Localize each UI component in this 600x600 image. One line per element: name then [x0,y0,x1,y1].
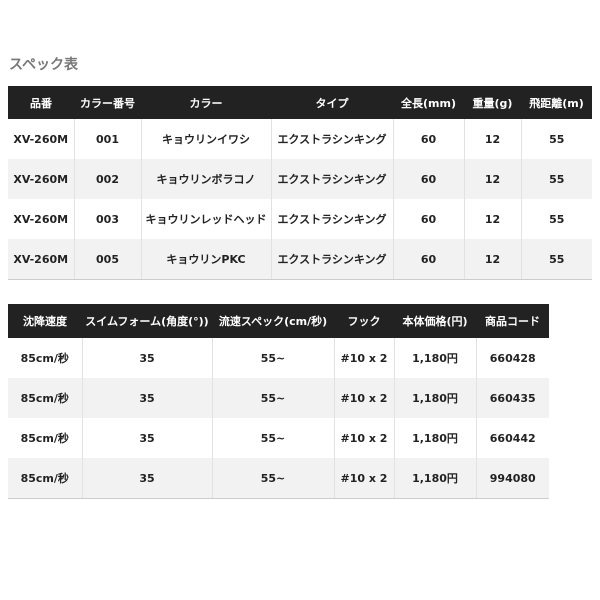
cell-hook: #10 x 2 [333,378,394,418]
cell-color: キョウリンイワシ [140,119,271,159]
header-price: 本体価格(円) [394,304,476,338]
cell-product-number: XV-260M [8,239,74,280]
cell-weight: 12 [463,159,521,199]
cell-current-spec: 55~ [211,458,334,499]
header-weight: 重量(g) [464,86,521,119]
cell-price: 1,180円 [393,338,476,378]
header-type: タイプ [271,86,393,119]
cell-distance: 55 [520,159,592,199]
cell-price: 1,180円 [393,458,476,499]
table-row: 85cm/秒 35 55~ #10 x 2 1,180円 994080 [8,458,549,499]
cell-sink-rate: 85cm/秒 [20,432,69,445]
table-header-row: 沈降速度 スイムフォーム(角度(°)) 流速スペック(cm/秒) フック 本体価… [8,304,549,338]
cell-product-number: XV-260M [13,212,69,226]
cell-type: エクストラシンキング [270,159,393,199]
cell-sink-rate: 85cm/秒 [8,378,82,418]
cell-product-code: 660442 [475,418,549,458]
cell-length: 60 [392,159,464,199]
cell-product-number: XV-260M [8,159,74,199]
header-current-spec: 流速スペック(cm/秒) [212,304,334,338]
cell-price: 1,180円 [393,418,476,458]
cell-current-spec: 55~ [211,418,334,458]
cell-length: 60 [392,199,464,239]
header-swim-angle: スイムフォーム(角度(°)) [82,304,212,338]
cell-sink-rate: 85cm/秒 [20,352,69,365]
cell-swim-angle: 35 [81,458,212,499]
cell-product-code: 660435 [475,378,549,418]
cell-distance: 55 [520,119,592,159]
cell-swim-angle: 35 [81,418,212,458]
cell-color: キョウリンPKC [140,239,271,280]
cell-color-number: 002 [73,159,141,199]
cell-distance: 55 [520,239,592,280]
cell-swim-angle: 35 [81,378,212,418]
table-header-row: 品番 カラー番号 カラー タイプ 全長(mm) 重量(g) 飛距離(m) [8,86,592,119]
cell-weight: 12 [463,119,521,159]
header-length: 全長(mm) [393,86,464,119]
table-row: 85cm/秒 35 55~ #10 x 2 1,180円 660435 [8,378,549,418]
cell-hook: #10 x 2 [333,458,394,499]
cell-color-number: 005 [73,239,141,280]
cell-type: エクストラシンキング [270,239,393,280]
table-row: 85cm/秒 35 55~ #10 x 2 1,180円 660442 [8,418,549,458]
spec-table-main: 品番 カラー番号 カラー タイプ 全長(mm) 重量(g) 飛距離(m) XV-… [8,86,592,280]
cell-distance: 55 [520,199,592,239]
header-product-number: 品番 [8,86,74,119]
cell-weight: 12 [463,239,521,280]
cell-product-number: XV-260M [13,132,69,146]
spec-table-details: 沈降速度 スイムフォーム(角度(°)) 流速スペック(cm/秒) フック 本体価… [8,304,549,499]
header-distance: 飛距離(m) [521,86,592,119]
table-row: XV-260M 002 キョウリンボラコノ エクストラシンキング 60 12 5… [8,159,592,199]
table-row: 85cm/秒 35 55~ #10 x 2 1,180円 660428 [8,338,549,378]
header-sink-rate: 沈降速度 [8,304,82,338]
cell-type: エクストラシンキング [270,199,393,239]
cell-hook: #10 x 2 [333,418,394,458]
cell-current-spec: 55~ [211,338,334,378]
header-product-code: 商品コード [476,304,549,338]
cell-length: 60 [392,119,464,159]
cell-swim-angle: 35 [81,338,212,378]
header-color-number: カラー番号 [74,86,141,119]
cell-color-number: 001 [73,119,141,159]
cell-weight: 12 [463,199,521,239]
table-row: XV-260M 001 キョウリンイワシ エクストラシンキング 60 12 55 [8,119,592,159]
cell-current-spec: 55~ [211,378,334,418]
cell-sink-rate: 85cm/秒 [8,458,82,499]
header-color: カラー [141,86,271,119]
section-title: スペック表 [9,57,79,73]
header-hook: フック [334,304,394,338]
cell-hook: #10 x 2 [333,338,394,378]
cell-product-code: 994080 [475,458,549,499]
cell-length: 60 [392,239,464,280]
cell-color-number: 003 [73,199,141,239]
cell-color: キョウリンボラコノ [140,159,271,199]
table-row: XV-260M 003 キョウリンレッドヘッド エクストラシンキング 60 12… [8,199,592,239]
cell-product-code: 660428 [475,338,549,378]
table-row: XV-260M 005 キョウリンPKC エクストラシンキング 60 12 55 [8,239,592,280]
cell-color: キョウリンレッドヘッド [140,199,271,239]
cell-price: 1,180円 [393,378,476,418]
cell-type: エクストラシンキング [270,119,393,159]
